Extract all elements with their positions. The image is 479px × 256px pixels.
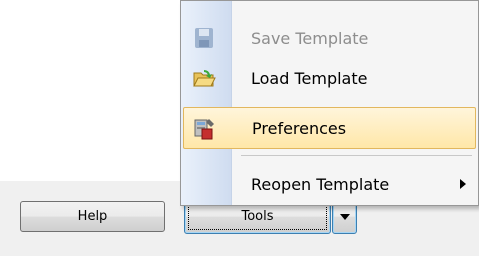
menu-item-load-template[interactable]: Load Template (183, 57, 476, 99)
menu-item-preferences[interactable]: Preferences (183, 107, 476, 149)
help-button-label: Help (77, 209, 108, 224)
floppy-disk-icon (195, 28, 213, 48)
menu-separator (241, 155, 472, 156)
menu-item-label: Load Template (251, 68, 368, 88)
preferences-icon (194, 119, 214, 140)
menu-item-label: Save Template (251, 28, 369, 48)
menu-item-save-template[interactable]: Save Template (183, 17, 476, 59)
tools-menu: Save Template Load Template Preferences … (180, 0, 479, 206)
help-button[interactable]: Help (20, 201, 165, 232)
menu-item-label: Preferences (252, 118, 347, 138)
menu-item-reopen-template[interactable]: Reopen Template (183, 163, 476, 205)
chevron-right-icon (460, 179, 466, 189)
menu-item-label: Reopen Template (251, 174, 390, 194)
open-folder-icon (193, 70, 216, 87)
focus-rectangle (188, 203, 327, 230)
chevron-down-icon (339, 213, 350, 220)
